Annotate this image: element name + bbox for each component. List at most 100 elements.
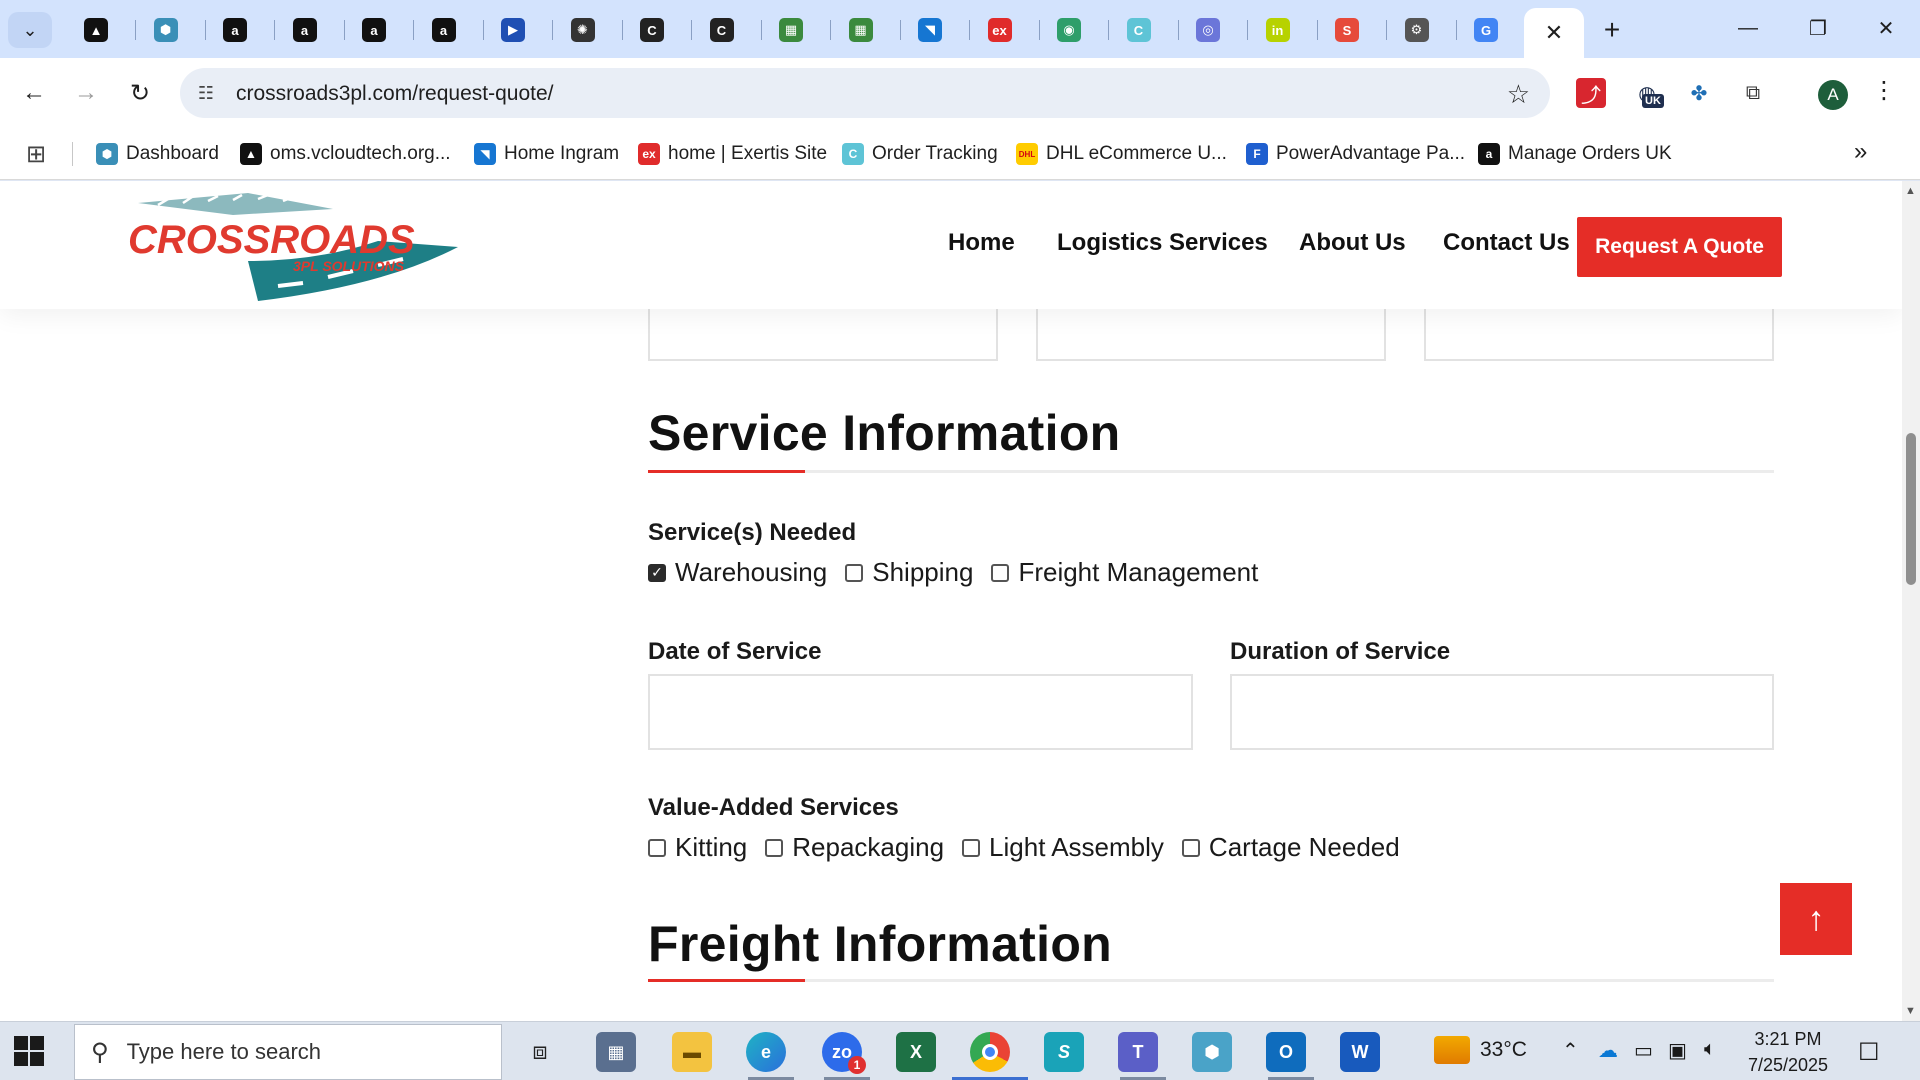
back-to-top-button[interactable]: ↑ (1780, 883, 1852, 955)
bookmark-item[interactable]: ⬢ Dashboard (96, 140, 219, 168)
browser-tab[interactable]: ◥ (904, 12, 970, 48)
calculator-icon[interactable]: ▦ (596, 1032, 636, 1072)
crossroads-logo[interactable]: CROSSROADS 3PL SOLUTIONS (128, 191, 458, 303)
checkbox-checked[interactable]: ✓ (648, 563, 666, 582)
active-tab[interactable]: ✕ (1524, 8, 1584, 58)
browser-tab[interactable]: ⚙ (1391, 12, 1457, 48)
puzzle-grid-extension-icon[interactable]: ✤ (1684, 78, 1714, 108)
taskbar-search-box[interactable]: ⚲ Type here to search (74, 1024, 502, 1080)
bookmark-item[interactable]: ◥ Home Ingram (474, 140, 619, 168)
nav-logistics-services[interactable]: Logistics Services (1057, 229, 1268, 257)
network-icon[interactable]: ▣ (1668, 1038, 1687, 1063)
browser-tab[interactable]: a (209, 12, 275, 48)
scrollbar-thumb[interactable] (1906, 433, 1916, 585)
outlook-icon[interactable]: O (1266, 1032, 1306, 1072)
checkbox-unchecked[interactable] (991, 563, 1010, 582)
checkbox-option[interactable]: Light Assembly (962, 832, 1164, 863)
nav-about-us[interactable]: About Us (1299, 229, 1406, 257)
word-icon[interactable]: W (1340, 1032, 1380, 1072)
browser-tab[interactable]: ✺ (557, 12, 623, 48)
system-clock[interactable]: 3:21 PM 7/25/2025 (1740, 1026, 1836, 1078)
chrome-icon[interactable] (970, 1032, 1010, 1072)
bookmark-item[interactable]: a Manage Orders UK (1478, 140, 1672, 168)
forward-button[interactable]: → (68, 75, 104, 111)
edge-browser-icon[interactable]: e (746, 1032, 786, 1072)
browser-tab[interactable]: a (418, 12, 484, 48)
browser-tab[interactable]: S (1321, 12, 1387, 48)
scroll-up-arrow-icon[interactable]: ▲ (1905, 185, 1916, 197)
apps-grid-icon[interactable]: ⊞ (26, 140, 46, 169)
hex-app-icon[interactable]: ⬢ (1192, 1032, 1232, 1072)
url-text[interactable]: crossroads3pl.com/request-quote/ (236, 82, 554, 106)
chrome-menu-icon[interactable]: ⋮ (1872, 76, 1896, 105)
onedrive-cloud-icon[interactable]: ☁ (1598, 1038, 1618, 1063)
checkbox-unchecked[interactable] (1181, 838, 1200, 857)
nav-contact-us[interactable]: Contact Us (1443, 229, 1570, 257)
bookmark-item[interactable]: ▲ oms.vcloudtech.org... (240, 140, 451, 168)
profile-avatar[interactable]: A (1818, 80, 1848, 110)
site-info-icon[interactable]: ☷ (194, 81, 218, 105)
checkbox-option[interactable]: Freight Management (991, 557, 1258, 588)
back-button[interactable]: ← (16, 75, 52, 111)
more-bookmarks-icon[interactable]: » (1854, 138, 1867, 166)
checkbox-option[interactable]: Repackaging (765, 832, 944, 863)
browser-tab[interactable]: ▲ (70, 12, 136, 48)
browser-tab[interactable]: ▦ (765, 12, 831, 48)
browser-tab[interactable]: ▦ (835, 12, 901, 48)
browser-tab[interactable]: in (1252, 12, 1318, 48)
extensions-icon[interactable]: ⧉ (1738, 78, 1768, 108)
new-tab-button[interactable]: + (1594, 14, 1630, 46)
address-bar[interactable]: ☷ crossroads3pl.com/request-quote/ ☆ (180, 68, 1550, 118)
browser-tab[interactable]: ⬢ (140, 12, 206, 48)
tab-search-button[interactable]: ⌄ (8, 12, 52, 48)
task-view-icon[interactable]: ⧈ (520, 1032, 560, 1072)
globe-extension-icon[interactable]: ◍UK (1632, 78, 1664, 108)
browser-tab[interactable]: C (626, 12, 692, 48)
excel-icon[interactable]: X (896, 1032, 936, 1072)
browser-tab[interactable]: G (1460, 12, 1526, 48)
checkbox-unchecked[interactable] (765, 838, 784, 857)
checkbox-unchecked[interactable] (845, 563, 864, 582)
bookmark-item[interactable]: F PowerAdvantage Pa... (1246, 140, 1465, 168)
bookmark-item[interactable]: ex home | Exertis Site (638, 140, 827, 168)
weather-widget[interactable]: 33°C (1434, 1036, 1527, 1064)
pdf-extension-icon[interactable]: ⤴ (1576, 78, 1606, 108)
browser-tab[interactable]: C (696, 12, 762, 48)
browser-tab[interactable]: ▶ (487, 12, 553, 48)
request-quote-button[interactable]: Request A Quote (1577, 217, 1782, 277)
browser-tab[interactable]: C (1113, 12, 1179, 48)
browser-tab[interactable]: ◉ (1043, 12, 1109, 48)
browser-tab[interactable]: ex (974, 12, 1040, 48)
browser-tab[interactable]: a (279, 12, 345, 48)
date-of-service-input[interactable] (648, 674, 1193, 750)
file-explorer-icon[interactable]: ▬ (672, 1032, 712, 1072)
volume-icon[interactable]: 🔈︎ (1704, 1038, 1716, 1061)
reload-button[interactable]: ↻ (122, 75, 158, 111)
duration-of-service-input[interactable] (1230, 674, 1774, 750)
battery-icon[interactable]: ▭ (1634, 1038, 1653, 1063)
browser-tab[interactable]: a (348, 12, 414, 48)
browser-tab[interactable]: ◎ (1182, 12, 1248, 48)
checkbox-option[interactable]: ✓ Warehousing (648, 557, 827, 588)
checkbox-option[interactable]: Cartage Needed (1181, 832, 1400, 863)
notifications-icon[interactable]: ☐ (1858, 1038, 1880, 1067)
restore-button[interactable]: ❐ (1788, 8, 1848, 48)
bookmark-item[interactable]: DHL DHL eCommerce U... (1016, 140, 1227, 168)
close-window-button[interactable]: ✕ (1856, 8, 1916, 48)
page-scrollbar[interactable]: ▲ ▼ (1902, 181, 1920, 1021)
sway-app-icon[interactable]: S (1044, 1032, 1084, 1072)
scroll-down-arrow-icon[interactable]: ▼ (1905, 1005, 1916, 1017)
teams-icon[interactable]: T (1118, 1032, 1158, 1072)
chevron-up-icon[interactable]: ⌃ (1562, 1038, 1579, 1063)
close-icon[interactable]: ✕ (1545, 20, 1563, 46)
zoom-app-icon[interactable]: zo 1 (822, 1032, 866, 1074)
bookmark-star-icon[interactable]: ☆ (1507, 79, 1530, 110)
checkbox-option[interactable]: Shipping (845, 557, 973, 588)
checkbox-unchecked[interactable] (648, 838, 666, 857)
bookmark-item[interactable]: C Order Tracking (842, 140, 998, 168)
start-button[interactable] (14, 1036, 44, 1066)
minimize-button[interactable]: — (1718, 8, 1778, 48)
nav-home[interactable]: Home (948, 229, 1015, 257)
checkbox-unchecked[interactable] (962, 838, 981, 857)
checkbox-option[interactable]: Kitting (648, 832, 747, 863)
